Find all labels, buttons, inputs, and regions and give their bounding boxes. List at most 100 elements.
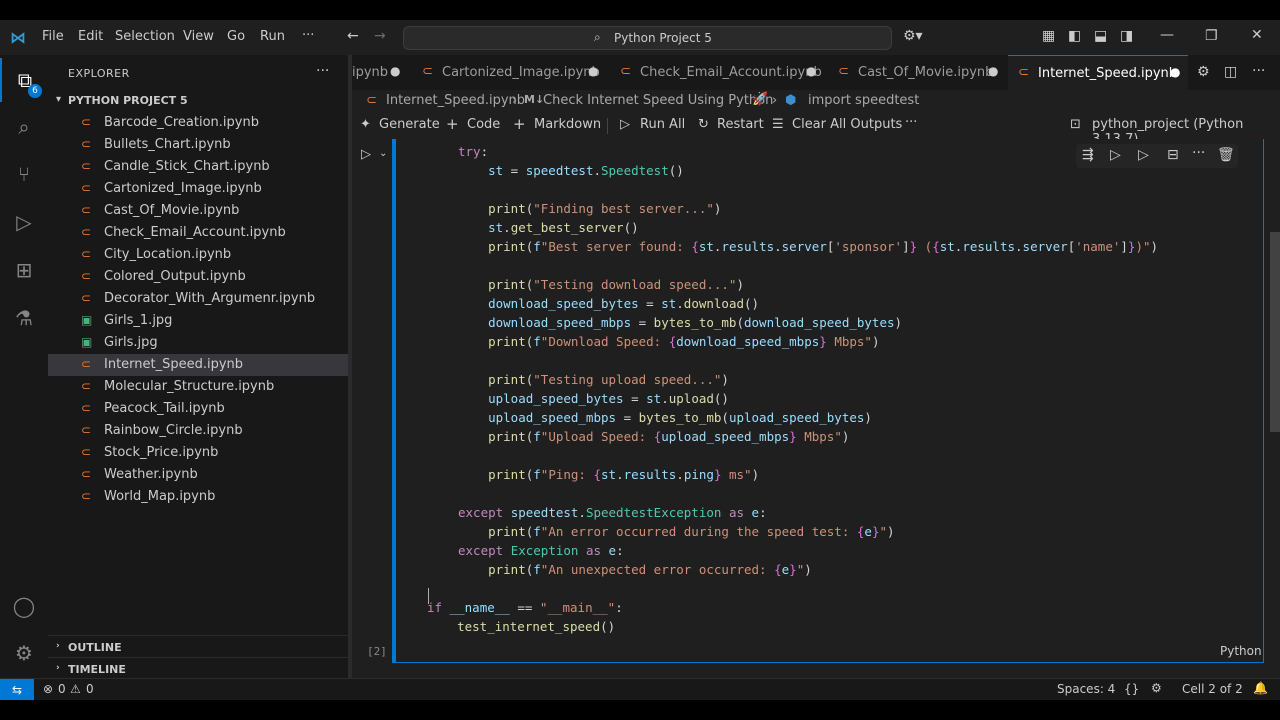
explorer-more-icon[interactable]: ···	[316, 63, 329, 79]
indentation-status[interactable]: Spaces: 4	[1057, 682, 1115, 696]
project-folder-header[interactable]: ▾ PYTHON PROJECT 5	[48, 90, 348, 112]
file-tree-item[interactable]: ⊂ Barcode_Creation.ipynb	[48, 112, 348, 134]
restart-button[interactable]: Restart	[717, 117, 764, 132]
forward-arrow-icon[interactable]: →	[374, 28, 386, 44]
layout-customize-icon[interactable]: ▦	[1042, 28, 1055, 44]
menu-run[interactable]: Run	[260, 29, 285, 44]
explorer-icon[interactable]: ⧉ 6	[0, 58, 48, 102]
run-all-button[interactable]: Run All	[640, 117, 685, 132]
breadcrumb-code[interactable]: import speedtest	[808, 93, 919, 108]
run-cell-icon[interactable]: ▷	[361, 147, 371, 162]
file-tree-item[interactable]: ▣ Girls.jpg	[48, 332, 348, 354]
tab-internet-speed[interactable]: ⊂ Internet_Speed.ipynb ●	[1008, 55, 1188, 91]
more-actions-icon[interactable]: ···	[1252, 63, 1265, 79]
unsaved-dot-icon: ●	[806, 64, 817, 78]
menu-go[interactable]: Go	[227, 29, 245, 44]
execute-below-icon[interactable]: ▷	[1138, 147, 1149, 163]
file-tree-item[interactable]: ⊂ Cast_Of_Movie.ipynb	[48, 200, 348, 222]
delete-cell-icon[interactable]: 🗑	[1217, 147, 1235, 163]
testing-icon[interactable]: ⚗	[0, 296, 48, 340]
tab-cartonized-image[interactable]: ⊂ Cartonized_Image.ipynb ●	[412, 55, 608, 90]
breadcrumb-markdown[interactable]: Check Internet Speed Using Python	[543, 93, 773, 108]
notebook-settings-icon[interactable]: ⚙	[1197, 64, 1210, 80]
menu-file[interactable]: File	[42, 29, 64, 44]
manage-gear-icon[interactable]: ⚙	[0, 631, 48, 675]
file-tree-item[interactable]: ⊂ Cartonized_Image.ipynb	[48, 178, 348, 200]
error-count[interactable]: 0	[58, 682, 66, 696]
file-name: Candle_Stick_Chart.ipynb	[104, 159, 270, 174]
split-cell-icon[interactable]: ⊟	[1167, 147, 1179, 163]
file-name: Cartonized_Image.ipynb	[104, 181, 262, 196]
vertical-scrollbar[interactable]	[1270, 232, 1280, 432]
cell-toolbar: ⇶ ▷ ▷ ⊟ ··· 🗑	[1076, 144, 1238, 168]
add-code-button[interactable]: Code	[467, 117, 500, 132]
outline-section-header[interactable]: › OUTLINE	[48, 635, 348, 658]
clear-all-button[interactable]: Clear All Outputs	[792, 117, 902, 132]
file-tree-item[interactable]: ⊂ Internet_Speed.ipynb	[48, 354, 348, 376]
restore-icon[interactable]: ❐	[1205, 28, 1218, 44]
code-line: print(f"Upload Speed: {upload_speed_mbps…	[458, 429, 850, 444]
tab-check-email-account[interactable]: ⊂ Check_Email_Account.ipynb ●	[610, 55, 826, 90]
toggle-secondary-sidebar-icon[interactable]: ◨	[1120, 28, 1133, 44]
copilot-status-icon[interactable]: ⚙	[1151, 681, 1162, 695]
cell-position-status[interactable]: Cell 2 of 2	[1182, 682, 1243, 696]
language-braces-status[interactable]: {}	[1124, 682, 1139, 696]
toggle-panel-icon[interactable]: ⬓	[1094, 28, 1107, 44]
unsaved-dot-icon: ●	[988, 64, 999, 78]
file-tree-item[interactable]: ⊂ City_Location.ipynb	[48, 244, 348, 266]
tab-partial[interactable]: ipynb ●	[352, 55, 410, 90]
file-tree-item[interactable]: ⊂ Rainbow_Circle.ipynb	[48, 420, 348, 442]
notebook-file-icon: ⊂	[81, 115, 92, 129]
source-control-icon[interactable]: ⑂	[0, 152, 48, 196]
search-view-icon[interactable]: ⌕	[0, 105, 48, 149]
file-tree-item[interactable]: ⊂ Candle_Stick_Chart.ipynb	[48, 156, 348, 178]
file-tree-item[interactable]: ⊂ Peacock_Tail.ipynb	[48, 398, 348, 420]
file-name: Rainbow_Circle.ipynb	[104, 423, 243, 438]
menu-edit[interactable]: Edit	[78, 29, 103, 44]
file-tree-item[interactable]: ▣ Girls_1.jpg	[48, 310, 348, 332]
minimize-icon[interactable]: —	[1160, 27, 1174, 43]
warning-count[interactable]: 0	[86, 682, 94, 696]
file-tree-item[interactable]: ⊂ Weather.ipynb	[48, 464, 348, 486]
menu-more[interactable]: ···	[302, 28, 314, 43]
notebook-icon: ⊂	[366, 93, 377, 108]
extensions-icon[interactable]: ⊞	[0, 248, 48, 292]
breadcrumb-file[interactable]: Internet_Speed.ipynb	[386, 93, 525, 108]
code-line: upload_speed_bytes = st.upload()	[458, 391, 729, 406]
run-debug-icon[interactable]: ▷	[0, 200, 48, 244]
file-tree-item[interactable]: ⊂ Stock_Price.ipynb	[48, 442, 348, 464]
toolbar-more-button[interactable]: ···	[905, 115, 917, 130]
warning-icon[interactable]: ⚠	[70, 682, 81, 696]
generate-button[interactable]: Generate	[379, 117, 440, 132]
notebook-file-icon: ⊂	[81, 467, 92, 481]
accounts-icon[interactable]: ◯	[0, 584, 48, 628]
file-tree-item[interactable]: ⊂ Molecular_Structure.ipynb	[48, 376, 348, 398]
toggle-sidebar-icon[interactable]: ◧	[1068, 28, 1081, 44]
error-icon[interactable]: ⊗	[43, 682, 53, 696]
split-editor-icon[interactable]: ◫	[1224, 64, 1237, 80]
notifications-bell-icon[interactable]: 🔔	[1253, 681, 1268, 695]
cell-language[interactable]: Python	[1220, 644, 1262, 658]
remote-indicator-icon[interactable]: ⇆	[0, 679, 34, 701]
menu-selection[interactable]: Selection	[115, 29, 175, 44]
chevron-down-icon[interactable]: ⌄	[379, 148, 387, 159]
back-arrow-icon[interactable]: ←	[347, 28, 359, 44]
cell-more-icon[interactable]: ···	[1192, 145, 1205, 161]
add-markdown-button[interactable]: Markdown	[534, 117, 601, 132]
close-icon[interactable]: ✕	[1251, 27, 1263, 43]
execute-above-icon[interactable]: ▷	[1110, 147, 1121, 163]
explorer-badge: 6	[28, 84, 42, 98]
timeline-section-header[interactable]: › TIMELINE	[48, 657, 348, 680]
command-center-search[interactable]: ⌕ Python Project 5	[403, 26, 892, 50]
run-by-line-icon[interactable]: ⇶	[1082, 147, 1094, 163]
file-tree-item[interactable]: ⊂ Bullets_Chart.ipynb	[48, 134, 348, 156]
tab-cast-of-movie[interactable]: ⊂ Cast_Of_Movie.ipynb ●	[828, 55, 1006, 90]
copilot-icon[interactable]: ⚙︎▾	[903, 28, 923, 44]
menu-view[interactable]: View	[183, 29, 214, 44]
file-tree-item[interactable]: ⊂ Decorator_With_Argumenr.ipynb	[48, 288, 348, 310]
file-tree-item[interactable]: ⊂ Colored_Output.ipynb	[48, 266, 348, 288]
file-tree-item[interactable]: ⊂ Check_Email_Account.ipynb	[48, 222, 348, 244]
explorer-sidebar: EXPLORER ··· ▾ PYTHON PROJECT 5 ⊂ Barcode…	[48, 55, 348, 678]
file-tree-item[interactable]: ⊂ World_Map.ipynb	[48, 486, 348, 508]
markdown-icon: M↓	[524, 93, 545, 106]
